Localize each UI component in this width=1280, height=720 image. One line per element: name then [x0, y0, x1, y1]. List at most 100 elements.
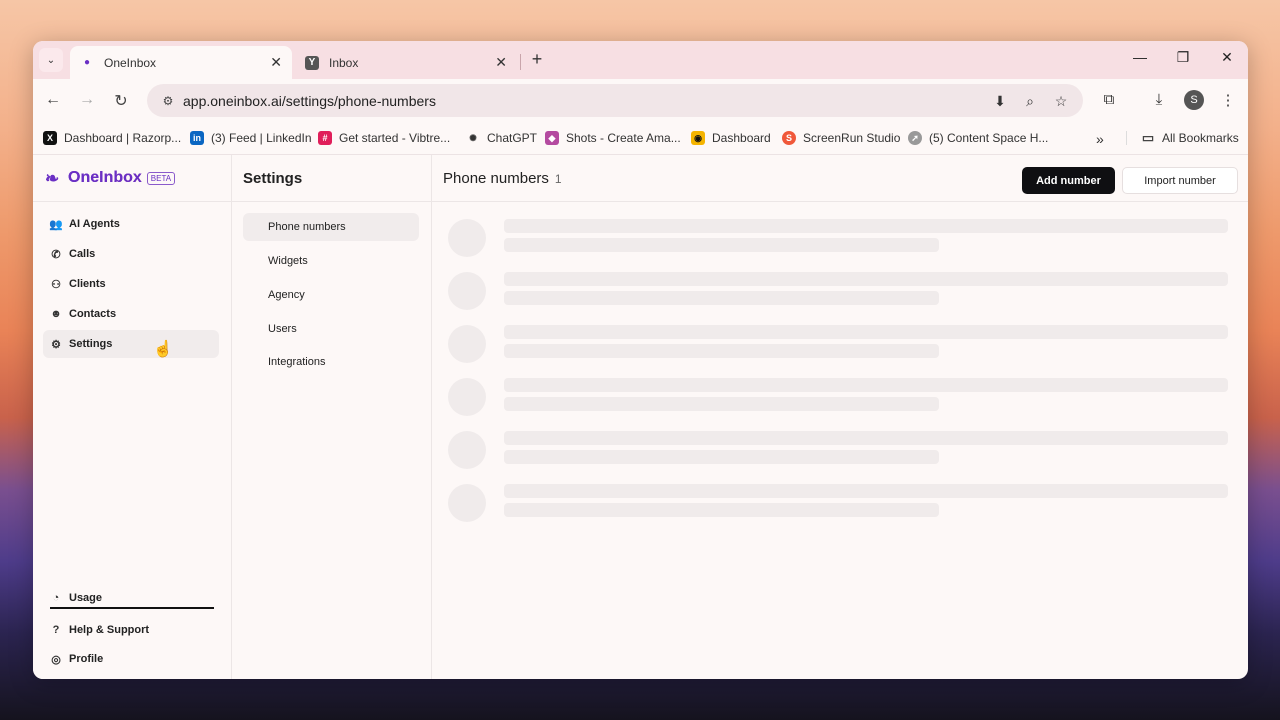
site-info-icon[interactable]: ⚙	[153, 94, 183, 108]
settings-item-agency[interactable]: Agency	[243, 281, 419, 309]
y-logo-icon: Y	[305, 55, 319, 70]
back-button[interactable]: ←	[43, 91, 63, 109]
profile-icon: ◎	[51, 653, 61, 666]
skeleton-line	[504, 450, 939, 464]
settings-item-users[interactable]: Users	[243, 315, 419, 343]
tab-inbox[interactable]: Y Inbox ✕	[295, 46, 517, 79]
close-tab-icon[interactable]: ✕	[495, 54, 507, 71]
gear-icon: ⚙	[51, 338, 61, 351]
slack-icon: #	[318, 131, 332, 145]
skeleton-row	[448, 484, 1228, 524]
shots-icon: ◆	[545, 131, 559, 145]
sidebar-item-help[interactable]: ? Help & Support	[43, 616, 219, 644]
close-tab-icon[interactable]: ✕	[270, 54, 282, 71]
new-tab-button[interactable]: +	[527, 49, 547, 70]
skeleton-line	[504, 325, 1228, 339]
bookmark-item[interactable]: ➚ (5) Content Space H...	[908, 131, 1048, 145]
tab-separator	[520, 54, 521, 70]
extensions-icon[interactable]: ⧉	[1099, 91, 1119, 108]
sidebar-item-contacts[interactable]: ☻ Contacts	[43, 300, 219, 328]
bookmark-item[interactable]: X Dashboard | Razorp...	[43, 131, 181, 145]
settings-item-phone-numbers[interactable]: Phone numbers	[243, 213, 419, 241]
sidebar-item-calls[interactable]: ✆ Calls	[43, 240, 219, 268]
skeleton-line	[504, 238, 939, 252]
skeleton-line	[504, 272, 1228, 286]
hand-cursor-icon: ☝	[153, 341, 173, 358]
tab-title: Inbox	[329, 55, 359, 70]
settings-panel: Settings Phone numbers Widgets Agency Us…	[232, 155, 432, 679]
app-root: ❧ OneInbox BETA 👥 AI Agents ✆ Calls ⚇ Cl…	[33, 155, 1248, 679]
usage-icon: ◔	[52, 592, 60, 604]
divider	[432, 201, 1248, 202]
tab-search-button[interactable]: ⌄	[39, 48, 63, 72]
skeleton-line	[504, 219, 1228, 233]
settings-item-widgets[interactable]: Widgets	[243, 247, 419, 275]
more-bookmarks-icon[interactable]: »	[1096, 131, 1104, 147]
tab-strip: ⌄ ● OneInbox ✕ Y Inbox ✕ + — ❐ ✕	[33, 41, 1248, 79]
skeleton-line	[504, 397, 939, 411]
sidebar-item-profile[interactable]: ◎ Profile	[43, 645, 219, 673]
settings-item-integrations[interactable]: Integrations	[243, 348, 419, 376]
forward-button[interactable]: →	[77, 91, 97, 109]
usage-progress-bar	[50, 607, 214, 609]
help-icon: ?	[52, 624, 60, 636]
app-logo[interactable]: ❧ OneInbox BETA	[45, 169, 176, 188]
linkedin-icon: in	[190, 131, 204, 145]
install-app-icon[interactable]: ⬇	[990, 93, 1010, 110]
bookmark-item[interactable]: ◆ Shots - Create Ama...	[545, 131, 681, 145]
skeleton-avatar	[448, 378, 486, 416]
dashboard-icon: ◉	[691, 131, 705, 145]
sidebar: ❧ OneInbox BETA 👥 AI Agents ✆ Calls ⚇ Cl…	[33, 155, 232, 679]
folder-icon: ▭	[1141, 130, 1155, 145]
skeleton-line	[504, 291, 939, 305]
skeleton-row	[448, 378, 1228, 418]
minimize-button[interactable]: —	[1130, 49, 1150, 65]
skeleton-row	[448, 272, 1228, 312]
bookmarks-bar: X Dashboard | Razorp... in (3) Feed | Link…	[33, 123, 1248, 155]
reload-button[interactable]: ↻	[111, 91, 131, 111]
all-bookmarks-button[interactable]: ▭ All Bookmarks	[1126, 130, 1239, 145]
skeleton-avatar	[448, 484, 486, 522]
sidebar-item-settings[interactable]: ⚙ Settings	[43, 330, 219, 358]
skeleton-row	[448, 325, 1228, 365]
import-number-button[interactable]: Import number	[1122, 167, 1238, 194]
bookmark-item[interactable]: in (3) Feed | LinkedIn	[190, 131, 312, 145]
app-name: OneInbox	[68, 169, 142, 186]
address-bar[interactable]: ⚙ app.oneinbox.ai/settings/phone-numbers	[147, 84, 1083, 117]
bookmark-item[interactable]: ◉ Dashboard	[691, 131, 771, 145]
sidebar-item-ai-agents[interactable]: 👥 AI Agents	[43, 210, 219, 238]
skeleton-line	[504, 484, 1228, 498]
bookmark-star-icon[interactable]: ☆	[1051, 93, 1071, 110]
bookmark-item[interactable]: ✺ ChatGPT	[466, 131, 537, 145]
clients-icon: ⚇	[51, 278, 61, 291]
restore-button[interactable]: ❐	[1173, 49, 1193, 66]
oneinbox-logo-icon: ❧	[45, 169, 60, 188]
skeleton-avatar	[448, 325, 486, 363]
compass-icon: ➚	[908, 131, 922, 145]
tab-title: OneInbox	[104, 55, 157, 70]
downloads-icon[interactable]: ⤓	[1149, 91, 1169, 108]
divider	[232, 201, 432, 202]
browser-window: ⌄ ● OneInbox ✕ Y Inbox ✕ + — ❐ ✕ ← → ↻ ⚙…	[33, 41, 1248, 679]
sidebar-item-clients[interactable]: ⚇ Clients	[43, 270, 219, 298]
close-window-button[interactable]: ✕	[1217, 49, 1237, 66]
phone-icon: ✆	[51, 248, 61, 261]
divider	[33, 201, 232, 202]
count-badge: 1	[554, 172, 562, 186]
bookmark-item[interactable]: S ScreenRun Studio	[782, 131, 900, 145]
skeleton-avatar	[448, 431, 486, 469]
menu-icon[interactable]: ⋮	[1218, 91, 1238, 109]
agents-icon: 👥	[49, 218, 63, 231]
bookmark-item[interactable]: # Get started - Vibtre...	[318, 131, 450, 145]
page-title: Phone numbers 1	[443, 170, 562, 187]
beta-badge: BETA	[146, 171, 176, 185]
skeleton-line	[504, 344, 939, 358]
zoom-icon[interactable]: ⌕	[1020, 93, 1040, 110]
skeleton-row	[448, 431, 1228, 471]
profile-avatar[interactable]: S	[1184, 90, 1204, 110]
skeleton-row	[448, 219, 1228, 259]
add-number-button[interactable]: Add number	[1022, 167, 1115, 194]
url-text: app.oneinbox.ai/settings/phone-numbers	[183, 92, 436, 109]
skeleton-avatar	[448, 272, 486, 310]
tab-oneinbox[interactable]: ● OneInbox ✕	[70, 46, 292, 79]
